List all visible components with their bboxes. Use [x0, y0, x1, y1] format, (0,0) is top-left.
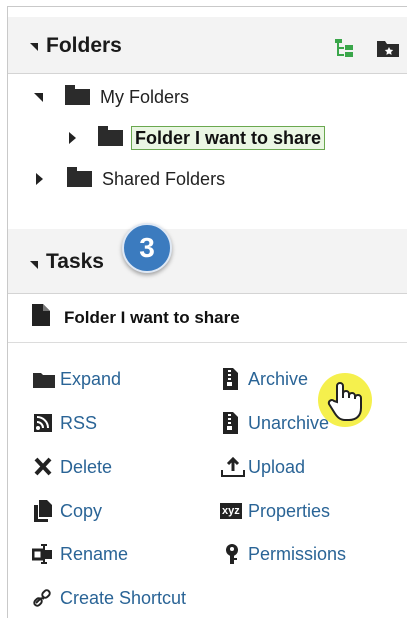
upload-action[interactable]: Upload [220, 454, 305, 480]
xyz-icon-text: xyz [220, 503, 242, 519]
folder-icon [33, 373, 55, 388]
rss-action[interactable]: RSS [32, 410, 97, 436]
copy-icon [34, 500, 52, 522]
folder-icon [98, 126, 123, 146]
collapse-caret-icon[interactable] [30, 43, 38, 51]
permissions-icon [226, 544, 238, 564]
collapse-caret-icon[interactable] [30, 261, 38, 269]
create-shortcut-action[interactable]: Create Shortcut [32, 585, 186, 611]
properties-icon: xyz [220, 500, 246, 522]
archive-icon [223, 412, 238, 434]
copy-label[interactable]: Copy [60, 501, 102, 522]
unarchive-action[interactable]: Unarchive [220, 410, 329, 436]
archive-icon [223, 368, 238, 390]
expand-action[interactable]: Expand [32, 366, 121, 392]
catalog-panel: Folders My Folders Folder I want to shar… [7, 6, 407, 618]
upload-label[interactable]: Upload [248, 457, 305, 478]
divider [8, 342, 407, 343]
properties-label[interactable]: Properties [248, 501, 330, 522]
tree-label-shared-folders[interactable]: Shared Folders [102, 169, 225, 190]
archive-label[interactable]: Archive [248, 369, 308, 390]
copy-action[interactable]: Copy [32, 498, 102, 524]
folder-icon [67, 167, 92, 187]
tasks-header[interactable]: Tasks [8, 229, 407, 294]
rss-label[interactable]: RSS [60, 413, 97, 434]
folders-header[interactable]: Folders [8, 17, 407, 74]
shortcut-icon [33, 589, 51, 607]
expand-caret-icon[interactable] [69, 132, 76, 144]
tasks-title: Tasks [46, 250, 104, 273]
folder-icon [65, 85, 90, 105]
new-folder-icon[interactable] [376, 38, 400, 58]
archive-action[interactable]: Archive [220, 366, 308, 392]
rename-action[interactable]: Rename [32, 541, 128, 567]
permissions-label[interactable]: Permissions [248, 544, 346, 565]
step-badge: 3 [122, 223, 172, 273]
tree-label-my-folders[interactable]: My Folders [100, 87, 189, 108]
upload-icon [221, 456, 245, 477]
permissions-action[interactable]: Permissions [220, 541, 346, 567]
delete-icon [34, 457, 52, 476]
properties-action[interactable]: xyz Properties [220, 498, 330, 524]
document-icon [32, 304, 50, 326]
expand-caret-icon[interactable] [34, 92, 43, 102]
tree-view-icon[interactable] [333, 37, 355, 59]
selected-item-name: Folder I want to share [64, 308, 240, 327]
folders-title: Folders [46, 34, 122, 57]
tree-item-shared-folders[interactable]: Shared Folders [36, 166, 225, 192]
hand-cursor-icon [318, 373, 372, 427]
rss-icon [34, 414, 52, 432]
tree-item-my-folders[interactable]: My Folders [34, 84, 189, 110]
rename-icon [32, 544, 52, 564]
delete-action[interactable]: Delete [32, 454, 112, 480]
expand-caret-icon[interactable] [36, 173, 43, 185]
rename-label[interactable]: Rename [60, 544, 128, 565]
tree-item-selected-folder[interactable]: Folder I want to share [69, 125, 326, 151]
expand-label[interactable]: Expand [60, 369, 121, 390]
create-shortcut-label[interactable]: Create Shortcut [60, 588, 186, 609]
tree-label-selected-folder[interactable]: Folder I want to share [131, 126, 326, 150]
delete-label[interactable]: Delete [60, 457, 112, 478]
